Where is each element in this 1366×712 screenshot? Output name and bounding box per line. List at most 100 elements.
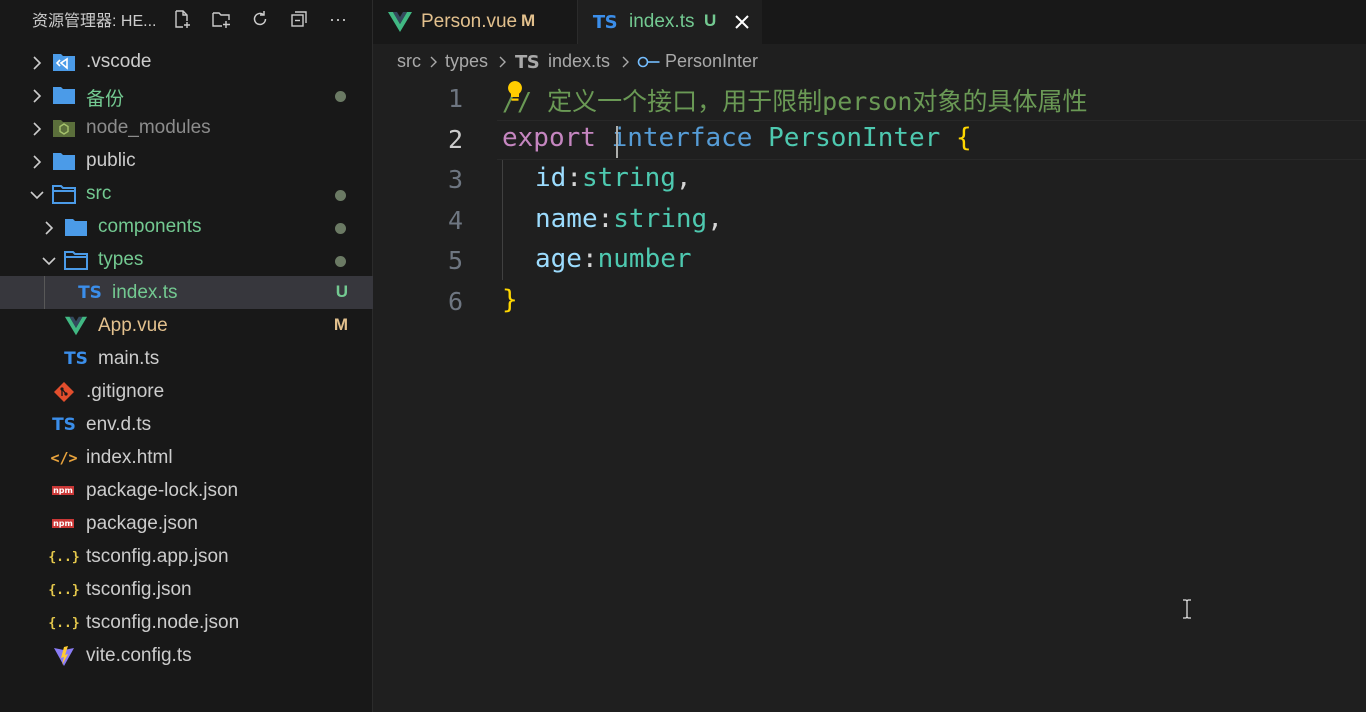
tree-item-label: types <box>98 249 144 270</box>
tree-item-vscode[interactable]: .vscode <box>0 45 373 78</box>
breadcrumb-symbol[interactable]: PersonInter <box>665 51 758 72</box>
indent-guide <box>502 160 503 280</box>
new-folder-icon[interactable] <box>210 8 232 30</box>
folder-icon <box>52 149 76 173</box>
interface-symbol-icon <box>637 56 660 68</box>
explorer-sidebar: 资源管理器: HE... ··· .vscode 备份 node_modulespu… <box>0 0 373 712</box>
tree-item-package-json[interactable]: npm package.json <box>0 507 373 540</box>
close-icon[interactable] <box>729 9 755 35</box>
tree-item-package-lock-json[interactable]: npm package-lock.json <box>0 474 373 507</box>
folder-open-icon <box>64 248 88 272</box>
tree-item-label: App.vue <box>98 315 168 336</box>
ts-icon: TS <box>592 11 618 33</box>
tree-item-components[interactable]: components <box>0 210 373 243</box>
tab-person-vue[interactable]: Person.vue M <box>373 0 578 44</box>
colon: : <box>581 244 598 274</box>
keyword-export: export <box>502 123 596 153</box>
tree-item-vite-config-ts[interactable]: vite.config.ts <box>0 639 373 672</box>
folder-icon <box>64 215 88 239</box>
refresh-icon[interactable] <box>249 8 271 30</box>
comment-text: // 定义一个接口，用于限制person对象的具体属性 <box>502 87 1088 116</box>
tree-item-label: .vscode <box>86 51 152 72</box>
tree-item-node-modules[interactable]: node_modules <box>0 111 373 144</box>
tree-item-label: package-lock.json <box>86 480 239 501</box>
chevron-right-icon[interactable] <box>30 54 44 70</box>
chevron-right-icon[interactable] <box>30 153 44 169</box>
tree-item-index-ts[interactable]: TS index.ts U <box>0 276 373 309</box>
tree-item-gitignore[interactable]: .gitignore <box>0 375 373 408</box>
vscode-folder-icon <box>52 50 76 74</box>
tree-item-label: public <box>86 150 136 171</box>
close-brace: } <box>502 285 518 315</box>
ts-icon: TS <box>52 415 76 435</box>
chevron-right-icon <box>622 56 629 68</box>
chevron-down-icon[interactable] <box>42 252 56 266</box>
tree-item-env-d-ts[interactable]: TS env.d.ts <box>0 408 373 441</box>
tree-item-label: tsconfig.node.json <box>86 612 240 633</box>
json-icon: {..} <box>48 582 80 598</box>
ts-icon: TS <box>64 349 88 369</box>
tree-item-label: tsconfig.json <box>86 579 192 600</box>
code-line-2: export interface PersonInter { <box>502 123 972 153</box>
git-modified-dot <box>335 256 346 267</box>
comma: , <box>707 204 723 234</box>
tab-status-badge: U <box>704 11 717 30</box>
tree-item-app-vue[interactable]: App.vue M <box>0 309 373 342</box>
breadcrumb: src types TS index.ts PersonInter <box>373 44 1366 80</box>
tree-item-index-html[interactable]: </> index.html <box>0 441 373 474</box>
vue-icon <box>387 9 413 35</box>
chevron-right-icon[interactable] <box>30 87 44 103</box>
tree-item-src[interactable]: src <box>0 177 373 210</box>
git-modified-dot <box>335 190 346 201</box>
tree-item-backup[interactable]: 备份 <box>0 78 373 111</box>
collapse-all-icon[interactable] <box>288 8 310 30</box>
type-name: string <box>613 204 708 234</box>
chevron-right-icon <box>430 56 437 68</box>
breadcrumb-types[interactable]: types <box>445 51 488 72</box>
tab-bar: Person.vue M TS index.ts U <box>373 0 1366 44</box>
git-status-badge: M <box>333 315 348 334</box>
tree-item-public[interactable]: public <box>0 144 373 177</box>
vue-icon <box>64 314 88 338</box>
tree-item-label: src <box>86 183 112 204</box>
tab-status-badge: M <box>521 11 536 30</box>
code-line-6: } <box>502 285 518 315</box>
vite-icon <box>52 644 76 668</box>
tab-index-ts[interactable]: TS index.ts U <box>578 0 762 44</box>
line-number: 3 <box>447 165 463 194</box>
new-file-icon[interactable] <box>171 8 193 30</box>
line-number: 5 <box>447 246 463 275</box>
lightbulb-icon[interactable] <box>505 80 525 104</box>
explorer-header: 资源管理器: HE... ··· <box>0 0 372 38</box>
type-name: string <box>581 163 676 193</box>
tab-label: Person.vue <box>421 11 518 32</box>
line-number-active: 2 <box>447 125 463 154</box>
git-modified-dot <box>335 91 346 102</box>
chevron-right-icon[interactable] <box>42 219 56 235</box>
type-name: number <box>597 244 692 274</box>
chevron-right-icon[interactable] <box>30 120 44 136</box>
line-number: 4 <box>447 206 463 235</box>
property-name: age <box>535 244 582 274</box>
comma: , <box>675 163 692 193</box>
json-icon: {..} <box>48 549 80 565</box>
tree-item-main-ts[interactable]: TS main.ts <box>0 342 373 375</box>
line-number: 1 <box>447 84 463 113</box>
tree-item-tsconfig-app-json[interactable]: {..} tsconfig.app.json <box>0 540 373 573</box>
property-name: id <box>535 163 567 193</box>
more-icon[interactable]: ··· <box>327 8 349 30</box>
text-cursor <box>616 126 618 158</box>
git-icon <box>52 380 76 404</box>
tree-item-tsconfig-json[interactable]: {..} tsconfig.json <box>0 573 373 606</box>
breadcrumb-file[interactable]: index.ts <box>548 51 610 72</box>
line-number: 6 <box>447 287 463 316</box>
tab-label: index.ts <box>629 11 695 32</box>
breadcrumb-src[interactable]: src <box>397 51 421 72</box>
tree-item-types[interactable]: types <box>0 243 373 276</box>
code-editor[interactable]: 1 2 3 4 5 6 // 定义一个接口，用于限制person对象的具体属性 … <box>373 80 1366 712</box>
tree-item-label: index.html <box>86 447 173 468</box>
npm-icon: npm <box>52 486 74 495</box>
tree-item-tsconfig-node-json[interactable]: {..} tsconfig.node.json <box>0 606 373 639</box>
chevron-down-icon[interactable] <box>30 186 44 200</box>
npm-icon: npm <box>52 519 74 528</box>
